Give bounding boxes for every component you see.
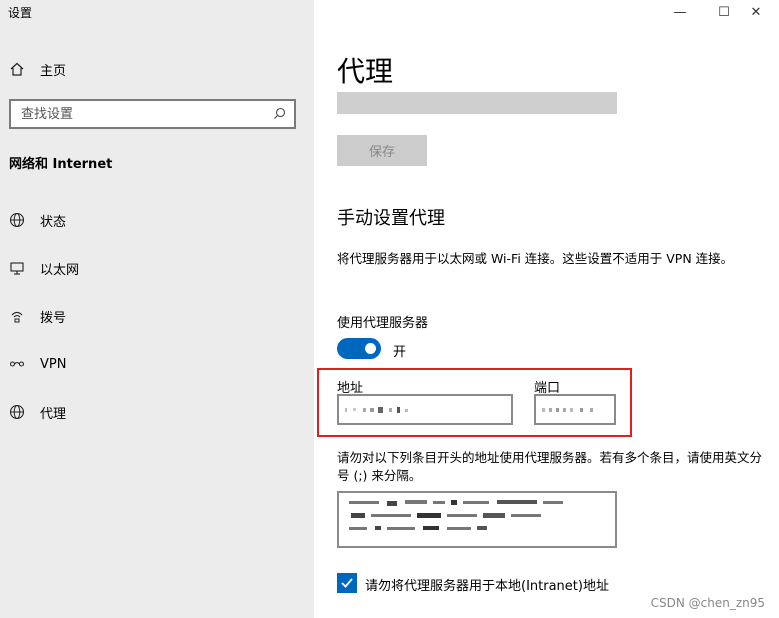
exceptions-input[interactable] <box>337 491 617 548</box>
sidebar-item-dialup[interactable]: 拨号 <box>8 301 308 331</box>
section-title: 手动设置代理 <box>337 208 445 229</box>
toggle-state-label: 开 <box>393 345 407 360</box>
globe-icon <box>8 404 26 420</box>
search-input[interactable] <box>19 105 273 123</box>
ethernet-monitor-icon <box>8 260 26 276</box>
redacted-text <box>542 407 593 412</box>
sidebar-item-label: 状态 <box>40 214 67 230</box>
proxy-description: 将代理服务器用于以太网或 Wi-Fi 连接。这些设置不适用于 VPN 连接。 <box>337 251 734 266</box>
sidebar-item-label: 拨号 <box>40 310 67 326</box>
use-proxy-toggle[interactable] <box>337 338 381 359</box>
sidebar-section-title: 网络和 Internet <box>9 157 113 172</box>
exceptions-description: 请勿对以下列条目开头的地址使用代理服务器。若有多个条目，请使用英文分号 (;) … <box>337 450 763 483</box>
sidebar-item-label: 代理 <box>40 406 67 422</box>
sidebar: 设置 主页 网络和 Internet 状态 以太网 拨号 VP <box>0 0 314 618</box>
sidebar-item-home[interactable]: 主页 <box>8 56 308 82</box>
checkmark-icon <box>341 578 353 588</box>
toggle-knob <box>365 343 376 354</box>
port-input[interactable] <box>534 394 616 425</box>
search-box[interactable] <box>9 99 296 129</box>
bypass-local-label: 请勿将代理服务器用于本地(Intranet)地址 <box>365 579 609 594</box>
sidebar-item-vpn[interactable]: VPN <box>8 349 308 379</box>
search-icon[interactable] <box>273 105 286 124</box>
sidebar-item-label: 主页 <box>40 63 67 79</box>
sidebar-item-ethernet[interactable]: 以太网 <box>8 253 308 283</box>
close-button[interactable]: ✕ <box>733 0 779 24</box>
use-proxy-label: 使用代理服务器 <box>337 316 429 331</box>
dialup-icon <box>8 308 26 324</box>
sidebar-item-proxy[interactable]: 代理 <box>8 397 308 427</box>
watermark: CSDN @chen_zn95 <box>650 596 765 610</box>
redacted-text <box>349 500 563 530</box>
save-button[interactable]: 保存 <box>337 135 427 166</box>
redacted-bar <box>337 92 617 114</box>
sidebar-item-status[interactable]: 状态 <box>8 205 308 235</box>
bypass-local-checkbox[interactable] <box>337 573 357 593</box>
sidebar-item-label: 以太网 <box>40 262 80 278</box>
page-title: 代理 <box>337 55 394 88</box>
sidebar-item-label: VPN <box>40 356 67 372</box>
redacted-text <box>345 406 408 413</box>
app-title: 设置 <box>8 6 33 20</box>
home-icon <box>8 61 26 77</box>
vpn-icon <box>8 356 26 372</box>
address-input[interactable] <box>337 394 513 425</box>
minimize-button[interactable]: — <box>657 0 703 24</box>
globe-icon <box>8 212 26 228</box>
